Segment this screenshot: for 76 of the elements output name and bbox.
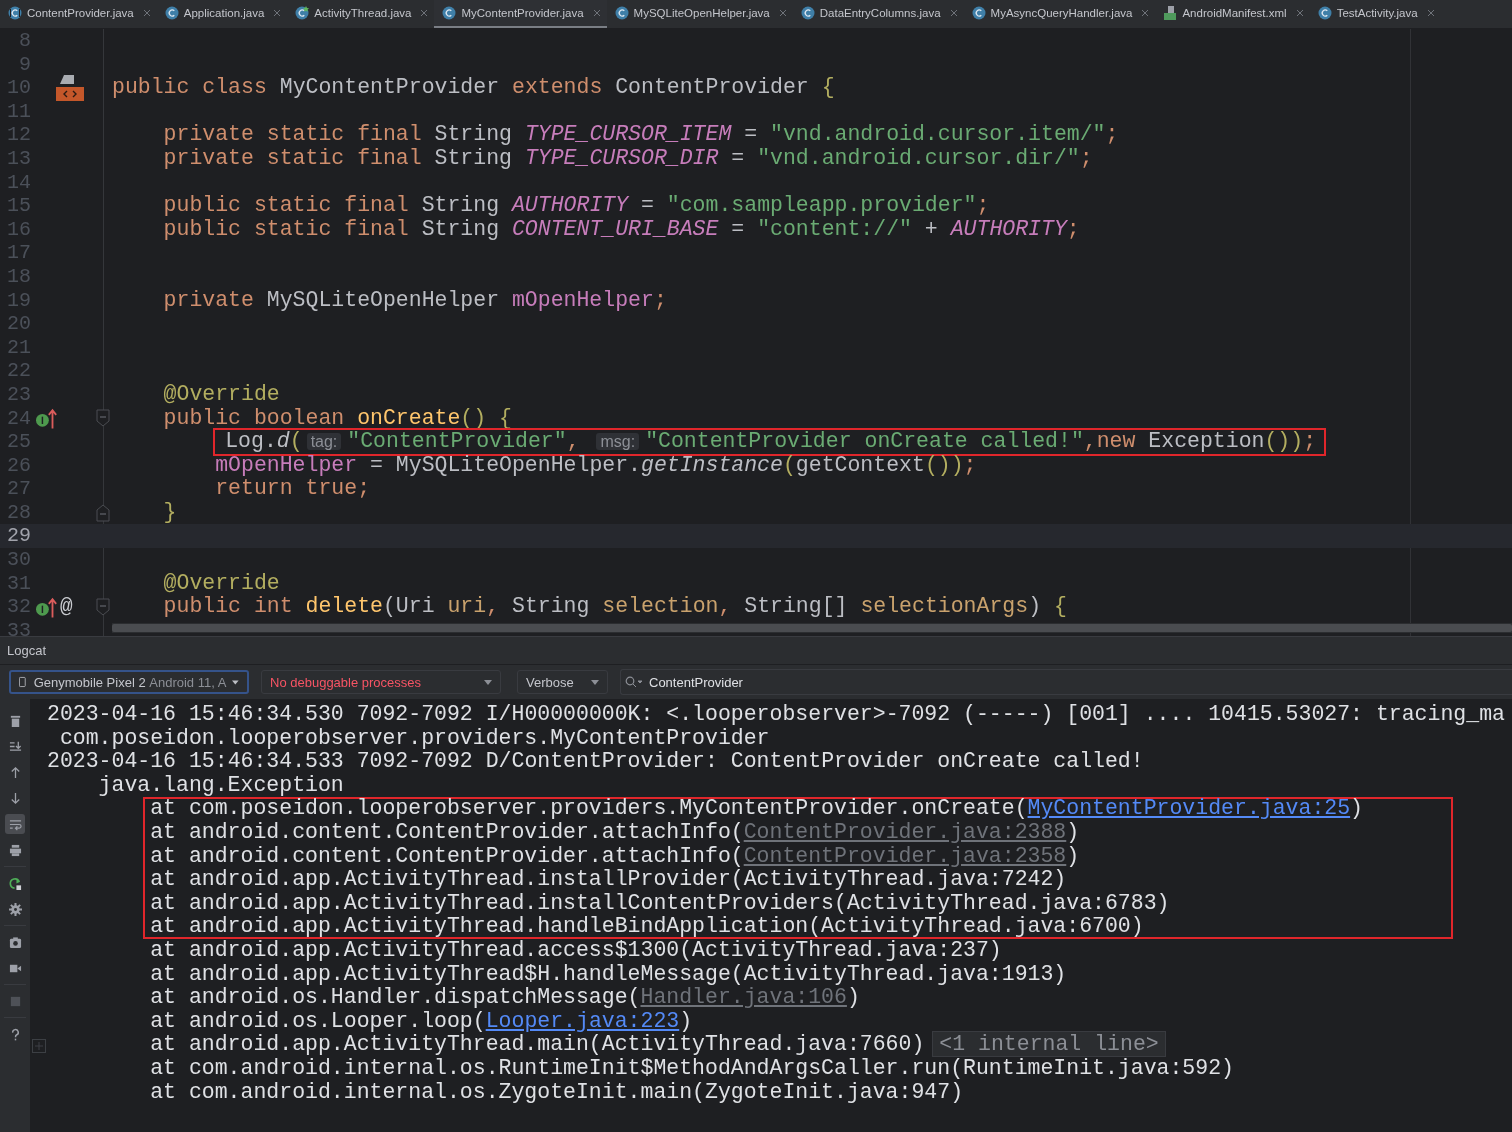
code-line: private MySQLiteOpenHelper mOpenHelper; xyxy=(163,288,667,313)
editor-tab[interactable]: MyContentProvider.java xyxy=(434,0,607,28)
manifest-file-icon xyxy=(1163,6,1178,20)
code-line: Log.d( tag: "ContentProvider", msg: "ContentProvider onCreate called!",new Exception()); xyxy=(215,430,1325,454)
code-line: public class MyContentProvider extends ContentProvider { xyxy=(112,76,835,100)
source-link[interactable]: Looper.java:223 xyxy=(485,1008,680,1033)
panel-title: Logcat xyxy=(7,643,47,658)
close-icon[interactable] xyxy=(592,9,601,17)
code-line: @Override xyxy=(163,382,280,407)
editor-tab[interactable]: MyAsyncQueryHandler.java xyxy=(963,0,1156,28)
code-line: return true; xyxy=(215,477,371,501)
log-line: at com.android.internal.os.ZygoteInit.main(ZygoteInit.java:947) xyxy=(150,1080,964,1105)
code-line: public int delete(Uri uri, String selection, String[] selectionArgs) { xyxy=(163,595,1067,619)
log-line: at android.content.ContentProvider.attachInfo(ContentProvider.java:2358) xyxy=(150,844,1080,869)
caret-icon xyxy=(484,679,492,685)
log-level-dropdown[interactable]: Verbose xyxy=(517,670,608,694)
close-icon[interactable] xyxy=(778,9,787,17)
class-icon xyxy=(971,6,986,20)
phone-icon xyxy=(19,676,26,688)
code-line: private static final String TYPE_CURSOR_DIR = "vnd.android.cursor.dir/"; xyxy=(163,146,1093,171)
log-line: java.lang.Exception xyxy=(98,773,344,798)
close-icon[interactable] xyxy=(949,9,958,17)
log-line: at android.app.ActivityThread.installProvider(ActivityThread.java:7242) xyxy=(150,868,1067,892)
log-line: at android.app.ActivityThread.access$1300(ActivityThread.java:237) xyxy=(150,938,1002,963)
log-line: 2023-04-16 15:46:34.533 7092-7092 D/ContentProvider: ContentProvider onCreate called! xyxy=(47,750,1144,774)
close-icon[interactable] xyxy=(420,9,429,17)
log-line: at android.content.ContentProvider.attachInfo(ContentProvider.java:2388) xyxy=(150,820,1080,845)
horizontal-scrollbar[interactable] xyxy=(112,623,1512,633)
log-line: at com.android.internal.os.RuntimeInit$MethodAndArgsCaller.run(RuntimeInit.java:592) xyxy=(150,1056,1234,1081)
editor-tab[interactable]: DataEntryColumns.java xyxy=(792,0,964,28)
editor-tab[interactable]: AndroidManifest.xml xyxy=(1155,0,1310,28)
source-link[interactable]: MyContentProvider.java:25 xyxy=(1027,796,1351,821)
close-icon[interactable] xyxy=(273,9,282,17)
code-line: @Override xyxy=(163,571,280,596)
log-line: at android.app.ActivityThread.main(ActivityThread.java:7660) <1 internal line> xyxy=(150,1033,1166,1057)
class-icon xyxy=(442,6,457,20)
caret-icon xyxy=(232,679,239,685)
code-line: public static final String CONTENT_URI_BASE = "content://" + AUTHORITY; xyxy=(163,217,1080,242)
code-line: public static final String AUTHORITY = "com.sampleapp.provider"; xyxy=(163,194,990,218)
folded-lines-button[interactable]: <1 internal line> xyxy=(932,1031,1166,1058)
editor-tab[interactable]: ContentProvider.java xyxy=(0,0,157,28)
log-line: at android.app.ActivityThread.installContentProviders(ActivityThread.java:6783) xyxy=(150,891,1170,916)
device-dropdown[interactable]: Genymobile Pixel 2 Android 11, A xyxy=(9,670,249,694)
close-icon[interactable] xyxy=(1426,9,1435,17)
close-icon[interactable] xyxy=(142,9,151,17)
log-line: at android.os.Looper.loop(Looper.java:223) xyxy=(150,1009,693,1034)
annotation-marker-icon[interactable]: @ xyxy=(60,595,73,619)
code-line: mOpenHelper = MySQLiteOpenHelper.getInstance(getContext()); xyxy=(215,453,977,478)
log-line: com.poseidon.looperobserver.providers.MyContentProvider xyxy=(59,726,770,751)
log-line: at com.poseidon.looperobserver.providers.MyContentProvider.onCreate(MyContentProvider.java:25) xyxy=(150,797,1363,821)
log-line: at android.app.ActivityThread$H.handleMessage(ActivityThread.java:1913) xyxy=(150,962,1067,987)
log-line: at android.os.Handler.dispatchMessage(Handler.java:106) xyxy=(150,986,860,1010)
class-icon xyxy=(614,6,629,20)
override-marker-icon[interactable] xyxy=(36,407,58,429)
soft-wrap-icon[interactable] xyxy=(5,814,25,834)
search-icon[interactable] xyxy=(625,676,643,688)
caret-icon xyxy=(591,679,599,685)
process-dropdown[interactable]: No debuggable processes xyxy=(261,670,501,694)
log-line: 2023-04-16 15:46:34.530 7092-7092 I/H00000000K: <.looperobserver>-7092 (-----) [001] .... 10415.53027: tracing_ma xyxy=(47,703,1505,727)
override-marker-icon[interactable] xyxy=(36,596,58,618)
editor-tab[interactable]: TestActivity.java xyxy=(1309,0,1441,28)
class-icon xyxy=(800,6,815,20)
code-line: private static final String TYPE_CURSOR_ITEM = "vnd.android.cursor.item/"; xyxy=(163,123,1119,147)
class-starred-icon xyxy=(295,6,310,20)
line-number: 29 xyxy=(6,524,31,549)
close-icon[interactable] xyxy=(1141,9,1150,17)
editor-tab[interactable]: Application.java xyxy=(156,0,288,28)
close-icon[interactable] xyxy=(1295,9,1304,17)
code-line: } xyxy=(163,500,177,525)
layout-icon[interactable] xyxy=(56,75,84,101)
class-icon xyxy=(1317,6,1332,20)
editor-tab[interactable]: ActivityThread.java xyxy=(287,0,435,28)
class-icon xyxy=(164,6,179,20)
log-line: at android.app.ActivityThread.handleBindApplication(ActivityThread.java:6700) xyxy=(150,915,1144,939)
class-icon xyxy=(8,6,22,20)
editor-tab[interactable]: MySQLiteOpenHelper.java xyxy=(606,0,793,28)
